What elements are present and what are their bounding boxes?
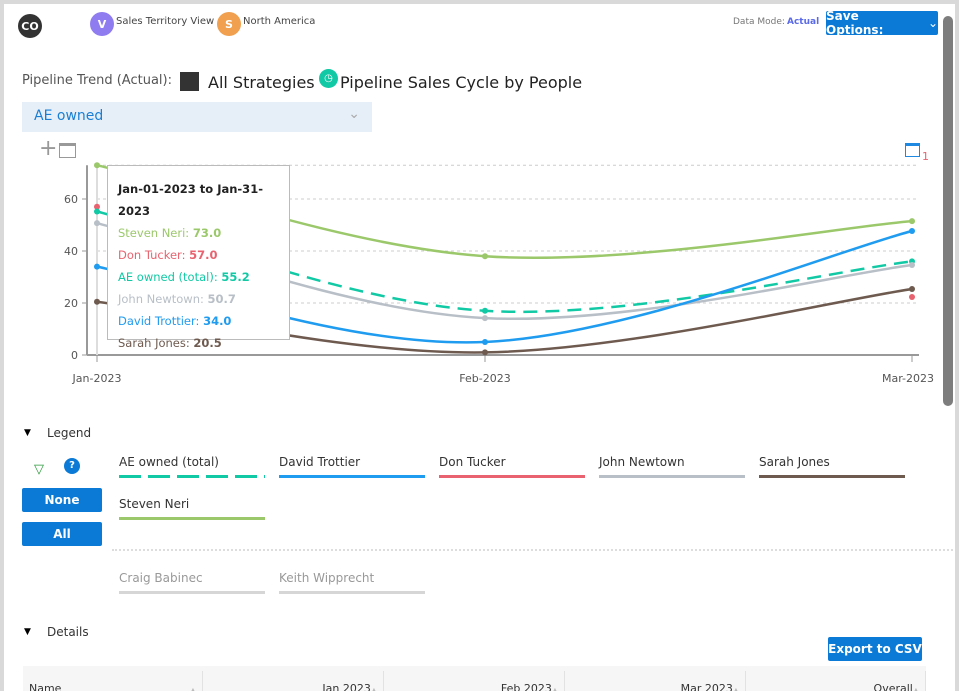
y-tick-label: 60 [64,193,78,206]
legend-label: John Newtown [599,455,685,469]
column-header[interactable]: Feb 2023 ▲ [384,671,565,691]
legend-item[interactable]: David Trottier [279,455,425,478]
legend-item[interactable]: John Newtown [599,455,745,478]
page: CO V Sales Territory View S North Americ… [4,4,955,691]
tooltip-series-name: Don Tucker: [118,248,186,262]
legend-swatch [119,591,265,594]
legend-swatch [599,475,745,478]
data-point [94,298,100,305]
column-label: Jan 2023 [322,682,371,691]
tooltip-row: John Newtown: 50.7 [118,288,279,310]
tooltip-series-value: 57.0 [189,248,218,262]
data-point [909,285,915,292]
legend-label: Craig Babinec [119,571,203,585]
filter-icon[interactable]: ▽ [34,462,44,477]
column-header[interactable]: Name ▲ [23,671,203,691]
tooltip-series-name: John Newtown: [118,292,204,306]
legend-title[interactable]: Legend [47,426,91,440]
legend-label: David Trottier [279,455,361,469]
export-csv-button[interactable]: Export to CSV [828,637,922,661]
tooltip-row: David Trottier: 34.0 [118,310,279,332]
column-label: Mar 2023 [680,682,733,691]
column-label: Overall [873,682,913,691]
legend-label: Keith Wipprecht [279,571,375,585]
data-point [909,227,915,234]
legend-item-hidden[interactable]: Keith Wipprecht [279,571,425,594]
sort-icon[interactable]: ▲ [190,686,196,691]
data-point [94,208,100,215]
legend-label: Don Tucker [439,455,506,469]
column-label: Name [29,682,62,691]
sort-icon[interactable]: ▲ [913,686,919,691]
data-point [909,218,915,225]
data-point [94,263,100,270]
tooltip-title: Jan-01-2023 to Jan-31-2023 [118,182,263,218]
chart-tooltip: Jan-01-2023 to Jan-31-2023 Steven Neri: … [107,165,290,350]
sort-icon[interactable]: ▲ [371,686,377,691]
tooltip-row: Sarah Jones: 20.5 [118,332,279,354]
data-point [482,349,488,356]
legend-item[interactable]: Sarah Jones [759,455,905,478]
column-label: Feb 2023 [500,682,552,691]
data-point [909,294,915,301]
legend-swatch [119,475,265,478]
legend-collapse-icon[interactable]: ▼ [24,428,31,438]
legend-swatch [279,475,425,478]
tooltip-row: AE owned (total): 55.2 [118,266,279,288]
details-title[interactable]: Details [47,625,89,639]
data-point [482,315,488,322]
data-point [94,220,100,227]
tooltip-row: Don Tucker: 57.0 [118,244,279,266]
tooltip-series-value: 34.0 [203,314,232,328]
legend-none-button[interactable]: None [22,488,102,512]
data-point [482,339,488,345]
data-point [94,162,100,169]
legend-item[interactable]: Steven Neri [119,497,265,520]
legend-label: AE owned (total) [119,455,219,469]
legend-item[interactable]: AE owned (total) [119,455,265,478]
help-icon[interactable]: ? [64,458,80,474]
data-point [482,253,488,260]
y-tick-label: 0 [71,349,78,362]
legend-divider [112,549,955,551]
data-point [482,307,488,314]
legend-swatch [279,591,425,594]
column-header[interactable]: Jan 2023 ▲ [203,671,384,691]
sort-icon[interactable]: ▲ [733,686,739,691]
sort-icon[interactable]: ▲ [552,686,558,691]
x-tick-label: Mar-2023 [882,372,934,385]
tooltip-series-value: 50.7 [207,292,236,306]
column-header[interactable]: Mar 2023 ▲ [565,671,746,691]
legend-item-hidden[interactable]: Craig Babinec [119,571,265,594]
legend-item[interactable]: Don Tucker [439,455,585,478]
tooltip-series-value: 73.0 [192,226,222,240]
legend-swatch [759,475,905,478]
tooltip-series-value: 20.5 [193,336,222,350]
tooltip-series-name: AE owned (total): [118,270,218,284]
y-tick-label: 40 [64,245,78,258]
y-tick-label: 20 [64,297,78,310]
legend-swatch [439,475,585,478]
data-point [909,262,915,269]
x-tick-label: Jan-2023 [72,372,122,385]
tooltip-series-name: Steven Neri: [118,226,190,240]
legend-label: Steven Neri [119,497,190,511]
scrollbar-thumb[interactable] [943,16,953,406]
details-collapse-icon[interactable]: ▼ [24,627,31,637]
legend-swatch [119,517,265,520]
legend-all-button[interactable]: All [22,522,102,546]
legend-label: Sarah Jones [759,455,830,469]
column-header[interactable]: Overall ▲ [746,671,926,691]
x-tick-label: Feb-2023 [459,372,510,385]
tooltip-series-value: 55.2 [221,270,250,284]
tooltip-series-name: David Trottier: [118,314,200,328]
tooltip-row: Steven Neri: 73.0 [118,222,279,244]
tooltip-series-name: Sarah Jones: [118,336,190,350]
